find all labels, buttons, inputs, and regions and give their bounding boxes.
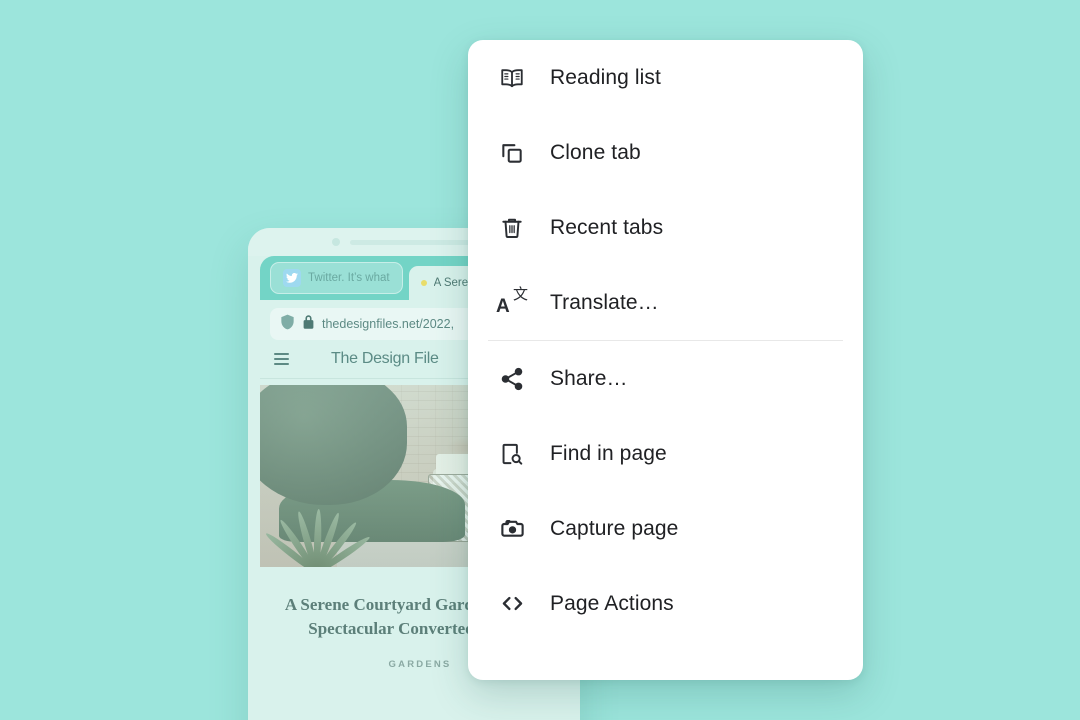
reading-list-icon xyxy=(495,61,529,95)
camera-icon xyxy=(495,512,529,546)
menu-item-label: Capture page xyxy=(550,516,679,540)
browser-overflow-menu: Reading list Clone tab Recent tabs A 文 T… xyxy=(468,40,863,680)
share-icon xyxy=(495,362,529,396)
menu-item-label: Reading list xyxy=(550,65,661,89)
menu-item-label: Clone tab xyxy=(550,140,641,164)
menu-item-label: Translate… xyxy=(550,290,659,314)
menu-item-label: Recent tabs xyxy=(550,215,664,239)
find-in-page-icon xyxy=(495,437,529,471)
menu-item-label: Page Actions xyxy=(550,591,674,615)
twitter-icon xyxy=(283,269,301,287)
menu-item-reading-list[interactable]: Reading list xyxy=(468,40,863,115)
menu-item-share[interactable]: Share… xyxy=(468,341,863,416)
trash-icon xyxy=(495,211,529,245)
phone-camera-icon xyxy=(332,238,340,246)
menu-item-label: Share… xyxy=(550,366,628,390)
stage-background: Twitter. It’s what A Serene C thedesignf… xyxy=(0,0,1080,720)
menu-item-recent-tabs[interactable]: Recent tabs xyxy=(468,190,863,265)
menu-item-capture-page[interactable]: Capture page xyxy=(468,491,863,566)
menu-item-translate[interactable]: A 文 Translate… xyxy=(468,265,863,340)
website-title: The Design File xyxy=(331,350,439,367)
menu-item-label: Find in page xyxy=(550,441,667,465)
translate-icon: A 文 xyxy=(496,285,528,317)
code-brackets-icon xyxy=(495,587,529,621)
shield-icon xyxy=(280,314,295,335)
address-bar-url: thedesignfiles.net/2022, xyxy=(322,317,455,331)
browser-tab-label: Twitter. It’s what xyxy=(308,272,390,284)
tab-dot-icon xyxy=(420,280,427,286)
hamburger-icon[interactable] xyxy=(274,353,289,365)
menu-item-clone-tab[interactable]: Clone tab xyxy=(468,115,863,190)
browser-tab-twitter[interactable]: Twitter. It’s what xyxy=(270,262,403,294)
lock-icon xyxy=(303,314,314,334)
menu-item-find-in-page[interactable]: Find in page xyxy=(468,416,863,491)
clone-tab-icon xyxy=(495,136,529,170)
menu-item-page-actions[interactable]: Page Actions xyxy=(468,566,863,641)
